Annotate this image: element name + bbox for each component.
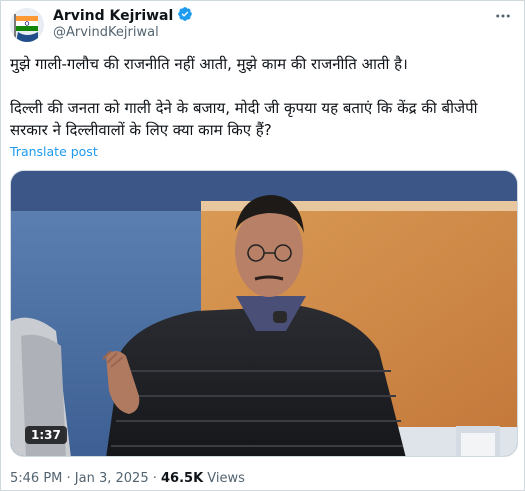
translate-post-link[interactable]: Translate post [10,144,98,159]
tweet-time[interactable]: 5:46 PM [10,471,62,486]
tweet-date[interactable]: Jan 3, 2025 [75,471,149,486]
author-handle[interactable]: @ArvindKejriwal [53,25,159,40]
video-thumbnail [11,171,517,456]
tweet-meta: 5:46 PM · Jan 3, 2025 · 46.5K Views [10,471,245,486]
meta-separator: · [62,471,75,486]
views-label: Views [203,471,245,486]
tweet-paragraph-1: मुझे गाली-गलौच की राजनीति नहीं आती, मुझे… [10,55,408,73]
video-player[interactable]: 1:37 [10,170,518,457]
verified-badge-icon [177,6,193,26]
avatar-flag-image [10,8,44,42]
meta-separator: · [148,471,161,486]
avatar[interactable] [10,8,44,42]
tweet-card: Arvind Kejriwal @ArvindKejriwal मुझे गाल… [0,0,525,491]
author-name[interactable]: Arvind Kejriwal [53,8,173,24]
author-name-row: Arvind Kejriwal [53,6,193,26]
tweet-text: मुझे गाली-गलौच की राजनीति नहीं आती, मुझे… [10,53,515,141]
video-duration-badge: 1:37 [25,426,67,444]
tweet-paragraph-2: दिल्ली की जनता को गाली देने के बजाय, मोद… [10,99,478,139]
views-count: 46.5K [161,471,204,486]
more-options-icon[interactable] [494,7,512,29]
